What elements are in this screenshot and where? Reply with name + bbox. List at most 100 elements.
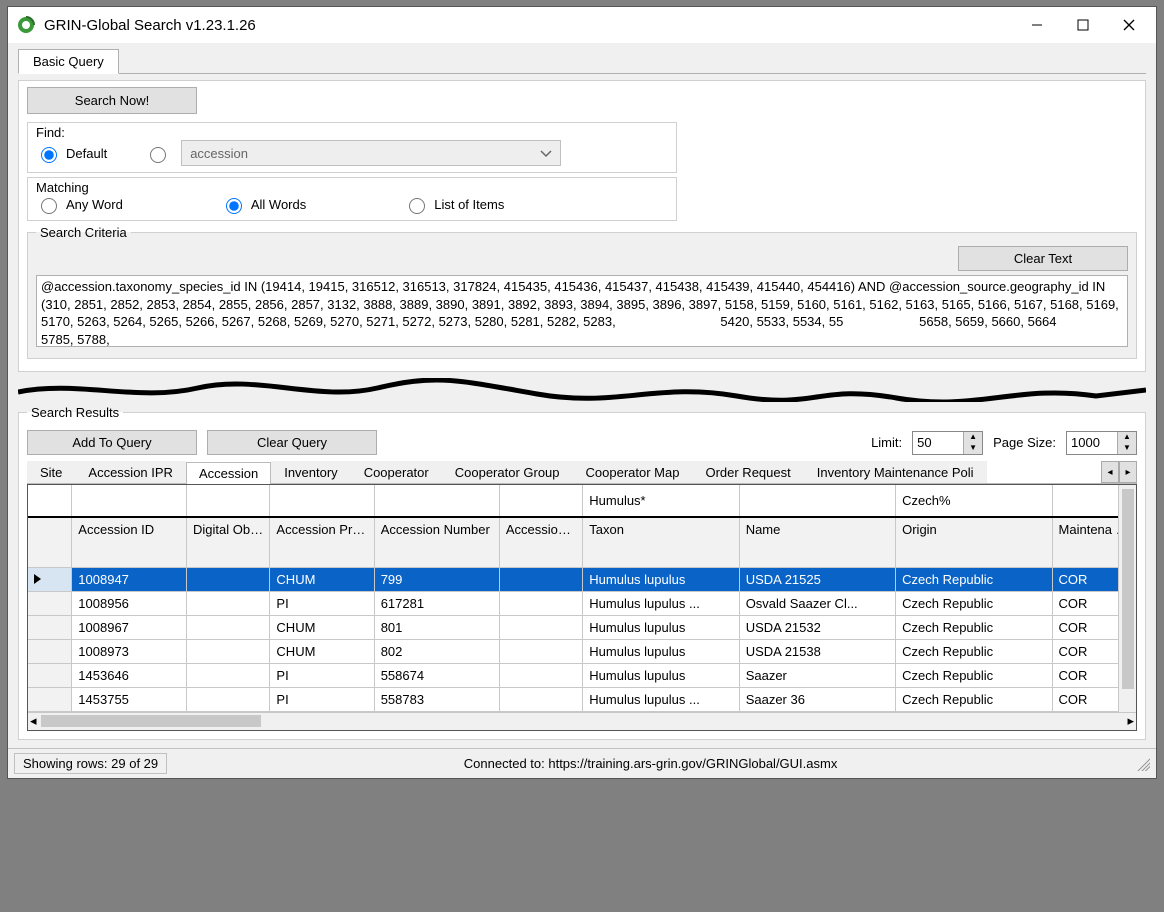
clear-query-button[interactable]: Clear Query — [207, 430, 377, 455]
cell[interactable]: Czech Republic — [896, 615, 1052, 639]
table-row[interactable]: 1453646 PI558674 Humulus lupulusSaazerCzec… — [28, 663, 1136, 687]
pagesize-spinner[interactable]: ▲ ▼ — [1066, 431, 1137, 455]
cell[interactable]: Czech Republic — [896, 639, 1052, 663]
cell[interactable]: 558674 — [374, 663, 499, 687]
find-combo[interactable]: accession — [181, 140, 561, 166]
horizontal-scrollbar[interactable]: ◂ ▸ — [28, 712, 1136, 730]
results-tab[interactable]: Inventory Maintenance Poli — [804, 461, 987, 483]
cell[interactable] — [28, 639, 72, 663]
pagesize-input[interactable] — [1067, 432, 1117, 454]
cell[interactable]: 1008967 — [72, 615, 187, 639]
table-row[interactable]: 1008947CHUM799Humulus lupulusUSDA 21525C… — [28, 567, 1136, 591]
cell[interactable]: Saazer — [739, 663, 895, 687]
matching-list-radio-input[interactable] — [409, 198, 425, 214]
cell[interactable]: 1008973 — [72, 639, 187, 663]
matching-all-radio-input[interactable] — [226, 198, 242, 214]
find-custom-radio[interactable] — [145, 144, 169, 163]
col-taxon[interactable]: Taxon — [583, 517, 739, 567]
cell[interactable]: PI — [270, 663, 374, 687]
resize-grip-icon[interactable] — [1134, 755, 1150, 771]
results-tab[interactable]: Accession — [186, 462, 271, 484]
cell[interactable]: PI — [270, 591, 374, 615]
cell[interactable] — [187, 615, 270, 639]
col-accession-id[interactable]: Accession ID — [72, 517, 187, 567]
col-accession-suffix[interactable]: Accession Suffix — [499, 517, 582, 567]
cell[interactable]: 617281 — [374, 591, 499, 615]
matching-list-radio[interactable]: List of Items — [404, 195, 504, 214]
cell[interactable]: 799 — [374, 567, 499, 591]
cell[interactable] — [499, 639, 582, 663]
cell[interactable] — [499, 591, 582, 615]
results-tab[interactable]: Cooperator Group — [442, 461, 573, 483]
search-now-button[interactable]: Search Now! — [27, 87, 197, 114]
limit-spinner[interactable]: ▲ ▼ — [912, 431, 983, 455]
matching-all-radio[interactable]: All Words — [221, 195, 306, 214]
cell[interactable]: USDA 21538 — [739, 639, 895, 663]
cell[interactable]: 1453755 — [72, 687, 187, 711]
cell[interactable] — [28, 567, 72, 591]
cell[interactable]: Humulus lupulus ... — [583, 591, 739, 615]
search-criteria-textarea[interactable] — [36, 275, 1128, 347]
col-doi[interactable]: Digital Object Identifier — [187, 517, 270, 567]
cell[interactable] — [499, 567, 582, 591]
results-grid[interactable]: Humulus* Czech% Accession ID Digital Obj… — [27, 484, 1137, 731]
cell[interactable]: PI — [270, 687, 374, 711]
cell[interactable]: CHUM — [270, 567, 374, 591]
results-tab[interactable]: Inventory — [271, 461, 350, 483]
cell[interactable]: USDA 21525 — [739, 567, 895, 591]
tab-scroll-left-button[interactable]: ◂ — [1101, 461, 1119, 483]
results-tab[interactable]: Accession IPR — [75, 461, 186, 483]
cell[interactable] — [28, 591, 72, 615]
cell[interactable]: Humulus lupulus — [583, 615, 739, 639]
results-tab[interactable]: Order Request — [692, 461, 803, 483]
cell[interactable]: 1008956 — [72, 591, 187, 615]
matching-any-radio[interactable]: Any Word — [36, 195, 123, 214]
cell[interactable]: 1453646 — [72, 663, 187, 687]
table-row[interactable]: 1008967 CHUM801 Humulus lupulusUSDA 21532C… — [28, 615, 1136, 639]
cell[interactable]: 801 — [374, 615, 499, 639]
cell[interactable]: Czech Republic — [896, 687, 1052, 711]
cell[interactable] — [499, 663, 582, 687]
cell[interactable] — [28, 687, 72, 711]
cell[interactable]: 558783 — [374, 687, 499, 711]
find-custom-radio-input[interactable] — [150, 147, 166, 163]
col-accession-prefix[interactable]: Accession Prefix — [270, 517, 374, 567]
limit-input[interactable] — [913, 432, 963, 454]
tab-scroll-right-button[interactable]: ▸ — [1119, 461, 1137, 483]
filter-taxon[interactable]: Humulus* — [583, 485, 739, 517]
cell[interactable] — [187, 639, 270, 663]
cell[interactable]: Humulus lupulus — [583, 567, 739, 591]
cell[interactable]: USDA 21532 — [739, 615, 895, 639]
find-default-radio-input[interactable] — [41, 147, 57, 163]
vertical-scrollbar[interactable] — [1118, 485, 1136, 712]
header-row[interactable]: Accession ID Digital Object Identifier A… — [28, 517, 1136, 567]
scroll-right-icon[interactable]: ▸ — [1127, 713, 1134, 729]
table-row[interactable]: 1008956 PI617281 Humulus lupulus ...Osvald… — [28, 591, 1136, 615]
cell[interactable] — [28, 663, 72, 687]
limit-up-button[interactable]: ▲ — [964, 432, 982, 443]
cell[interactable]: CHUM — [270, 615, 374, 639]
cell[interactable]: Saazer 36 — [739, 687, 895, 711]
find-default-radio[interactable]: Default — [36, 144, 107, 163]
table-row[interactable]: 1453755 PI558783 Humulus lupulus ...Saazer… — [28, 687, 1136, 711]
cell[interactable]: Humulus lupulus — [583, 639, 739, 663]
cell[interactable] — [499, 687, 582, 711]
cell[interactable] — [187, 663, 270, 687]
cell[interactable]: Czech Republic — [896, 591, 1052, 615]
table-row[interactable]: 1008973CHUM802Humulus lupulusUSDA 21538C… — [28, 639, 1136, 663]
cell[interactable] — [187, 591, 270, 615]
cell[interactable]: Czech Republic — [896, 663, 1052, 687]
cell[interactable]: 1008947 — [72, 567, 187, 591]
add-to-query-button[interactable]: Add To Query — [27, 430, 197, 455]
minimize-button[interactable] — [1014, 10, 1060, 40]
pagesize-up-button[interactable]: ▲ — [1118, 432, 1136, 443]
results-tab[interactable]: Cooperator — [351, 461, 442, 483]
close-button[interactable] — [1106, 10, 1152, 40]
cell[interactable]: Humulus lupulus — [583, 663, 739, 687]
filter-row[interactable]: Humulus* Czech% — [28, 485, 1136, 517]
cell[interactable]: Osvald Saazer Cl... — [739, 591, 895, 615]
tab-basic-query[interactable]: Basic Query — [18, 49, 119, 74]
col-origin[interactable]: Origin — [896, 517, 1052, 567]
cell[interactable]: Humulus lupulus ... — [583, 687, 739, 711]
col-accession-number[interactable]: Accession Number — [374, 517, 499, 567]
